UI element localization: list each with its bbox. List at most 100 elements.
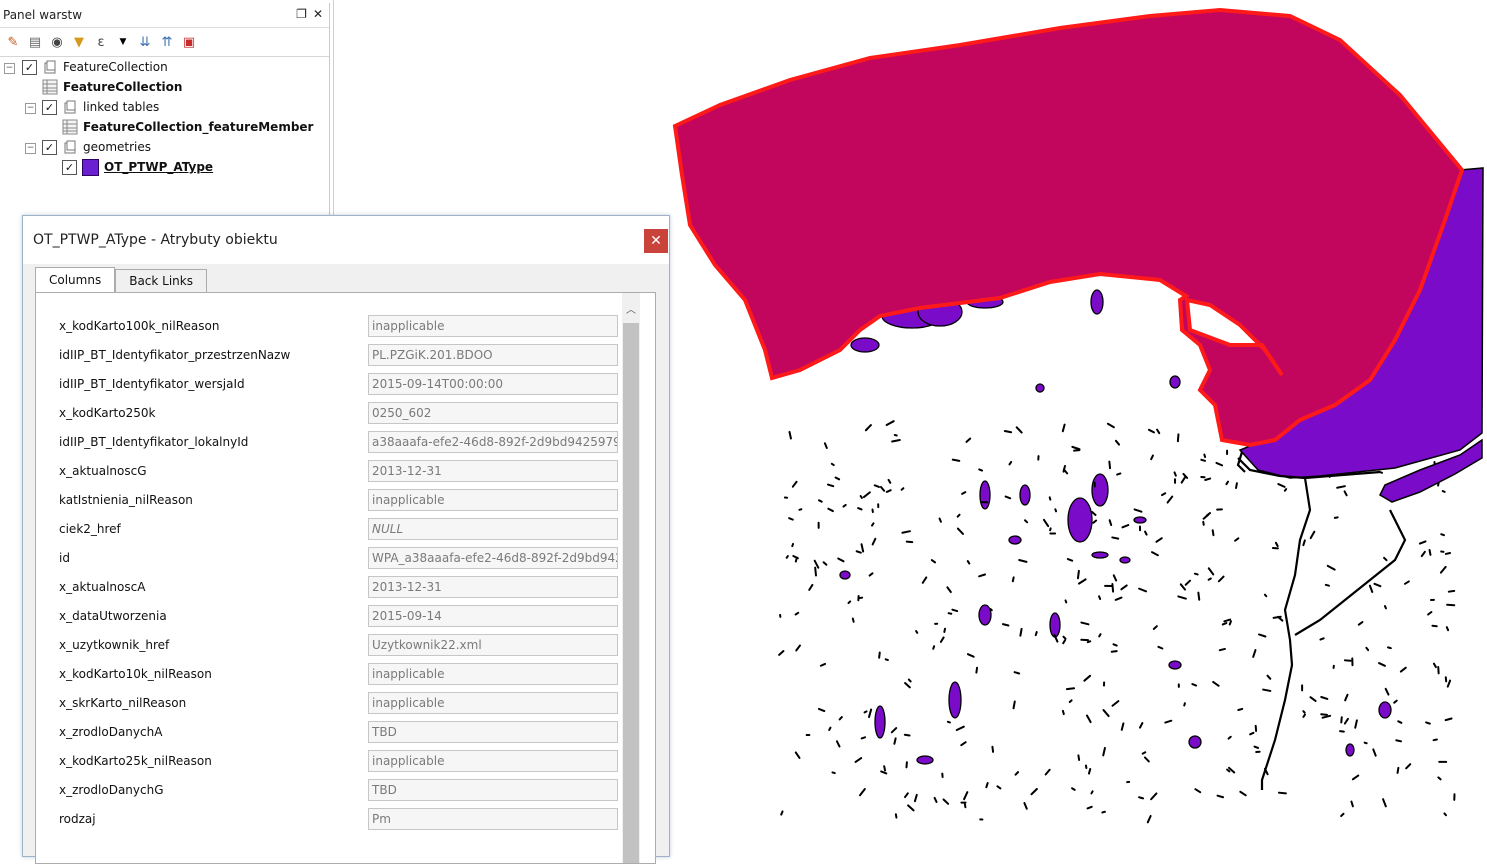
water-fragment bbox=[809, 585, 812, 590]
eye-icon[interactable]: ◉ bbox=[48, 33, 66, 51]
checkbox-ot-ptwp-atype[interactable]: ✓ bbox=[62, 160, 77, 175]
expression-filter-icon[interactable]: ε bbox=[92, 33, 110, 51]
attribute-value-field[interactable]: 2013-12-31 bbox=[368, 576, 618, 598]
vertical-scrollbar[interactable]: ︿ bbox=[622, 293, 640, 863]
layers-panel: Panel warstw ❐ ✕ ✎ ▤ ◉ ▼ ε ▼ ⇊ ⇈ ▣ − ✓ F… bbox=[0, 3, 330, 216]
scroll-up-icon[interactable]: ︿ bbox=[622, 301, 640, 317]
water-fragment bbox=[1341, 814, 1343, 816]
attribute-label: x_uzytkownik_href bbox=[59, 638, 169, 652]
attribute-value-field[interactable]: 2015-09-14 bbox=[368, 605, 618, 627]
water-polygon bbox=[1050, 613, 1060, 637]
tree-item-label: FeatureCollection bbox=[63, 60, 168, 74]
water-fragment bbox=[1088, 807, 1092, 809]
attribute-value-field[interactable]: Uzytkownik22.xml bbox=[368, 634, 618, 656]
attribute-value-field[interactable]: 2013-12-31 bbox=[368, 460, 618, 482]
water-fragment bbox=[992, 747, 993, 752]
collapse-all-icon[interactable]: ⇈ bbox=[158, 33, 176, 51]
water-fragment bbox=[1223, 623, 1227, 624]
expander-linked-tables[interactable]: − bbox=[25, 103, 36, 114]
water-fragment bbox=[1195, 789, 1200, 792]
table-icon bbox=[62, 119, 78, 135]
water-fragment bbox=[1064, 469, 1067, 473]
attribute-value-field[interactable]: PL.PZGiK.201.BDOO bbox=[368, 344, 618, 366]
close-icon[interactable]: ✕ bbox=[644, 229, 668, 253]
water-fragment bbox=[1366, 648, 1368, 650]
water-fragment bbox=[905, 683, 910, 687]
checkbox-featurecollection[interactable]: ✓ bbox=[22, 60, 37, 75]
tree-item-featurecollection-featuremember[interactable]: FeatureCollection_featureMember bbox=[62, 117, 313, 137]
add-group-icon[interactable]: ▤ bbox=[26, 33, 44, 51]
water-fragment bbox=[1398, 768, 1399, 773]
attribute-value-field[interactable]: TBD bbox=[368, 721, 618, 743]
expander-geometries[interactable]: − bbox=[25, 143, 36, 154]
water-polygon bbox=[1068, 498, 1092, 542]
expander-featurecollection[interactable]: − bbox=[4, 63, 15, 74]
water-fragment bbox=[828, 509, 832, 511]
water-fragment bbox=[892, 728, 896, 732]
water-fragment bbox=[1072, 447, 1079, 449]
checkbox-linked-tables[interactable]: ✓ bbox=[42, 100, 57, 115]
attribute-value-field[interactable]: inapplicable bbox=[368, 489, 618, 511]
attribute-label: katIstnienia_nilReason bbox=[59, 493, 193, 507]
water-fragment bbox=[958, 529, 963, 534]
attribute-value-field[interactable]: 0250_602 bbox=[368, 402, 618, 424]
group-icon bbox=[42, 59, 58, 75]
water-fragment bbox=[1438, 777, 1440, 779]
water-fragment bbox=[819, 500, 822, 501]
water-fragment bbox=[1151, 793, 1156, 799]
water-polygon bbox=[1134, 517, 1146, 523]
water-fragment bbox=[1345, 695, 1347, 701]
water-fragment bbox=[1268, 676, 1271, 679]
close-panel-icon[interactable]: ✕ bbox=[313, 7, 323, 21]
water-fragment bbox=[1359, 622, 1363, 625]
tab-back-links[interactable]: Back Links bbox=[115, 269, 207, 292]
paint-brush-icon[interactable]: ✎ bbox=[4, 33, 22, 51]
columns-pane: x_kodKarto100k_nilReasoninapplicableidII… bbox=[35, 292, 656, 864]
attribute-row: x_dataUtworzenia2015-09-14 bbox=[36, 605, 632, 627]
water-fragment bbox=[947, 587, 950, 592]
float-panel-icon[interactable]: ❐ bbox=[296, 7, 307, 21]
attribute-value-field[interactable]: WPA_a38aaafa-efe2-46d8-892f-2d9bd9425979 bbox=[368, 547, 618, 569]
water-fragment bbox=[1448, 681, 1450, 687]
attribute-row: x_aktualnoscA2013-12-31 bbox=[36, 576, 632, 598]
water-fragment bbox=[1224, 620, 1230, 622]
remove-layer-icon[interactable]: ▣ bbox=[180, 33, 198, 51]
water-fragment bbox=[1067, 688, 1074, 689]
expand-all-icon[interactable]: ⇊ bbox=[136, 33, 154, 51]
attribute-value-field[interactable]: inapplicable bbox=[368, 750, 618, 772]
attribute-value-field[interactable]: a38aaafa-efe2-46d8-892f-2d9bd9425979 bbox=[368, 431, 618, 453]
water-fragment bbox=[1235, 538, 1238, 540]
scrollbar-thumb[interactable] bbox=[623, 323, 639, 863]
tree-item-geometries[interactable]: ✓ geometries bbox=[42, 137, 151, 157]
tab-columns[interactable]: Columns bbox=[35, 267, 115, 292]
filter-icon[interactable]: ▼ bbox=[70, 33, 88, 51]
attribute-label: x_kodKarto100k_nilReason bbox=[59, 319, 219, 333]
water-fragment bbox=[789, 518, 793, 519]
tree-item-featurecollection-table[interactable]: FeatureCollection bbox=[42, 77, 182, 97]
attribute-value-field[interactable]: inapplicable bbox=[368, 315, 618, 337]
water-fragment bbox=[1031, 789, 1036, 794]
attribute-value-field[interactable]: TBD bbox=[368, 779, 618, 801]
attribute-value-field[interactable]: Pm bbox=[368, 808, 618, 830]
attribute-value-field[interactable]: 2015-09-14T00:00:00 bbox=[368, 373, 618, 395]
water-fragment bbox=[792, 544, 793, 546]
water-fragment bbox=[796, 752, 800, 757]
water-polygon bbox=[1189, 736, 1201, 748]
water-fragment bbox=[870, 573, 873, 575]
tree-item-ot-ptwp-atype[interactable]: ✓ OT_PTWP_AType bbox=[62, 157, 213, 177]
chevron-down-icon[interactable]: ▼ bbox=[114, 33, 132, 51]
water-fragment bbox=[1250, 733, 1253, 734]
attribute-value-field[interactable]: NULL bbox=[368, 518, 618, 540]
water-fragment bbox=[828, 485, 833, 487]
tree-item-featurecollection-group[interactable]: ✓ FeatureCollection bbox=[22, 57, 168, 77]
tree-item-linked-tables[interactable]: ✓ linked tables bbox=[42, 97, 159, 117]
water-fragment bbox=[1063, 637, 1065, 639]
attribute-value-field[interactable]: inapplicable bbox=[368, 692, 618, 714]
water-fragment bbox=[1220, 649, 1225, 650]
water-fragment bbox=[1019, 560, 1026, 562]
water-fragment bbox=[966, 439, 970, 442]
selected-polygon[interactable] bbox=[675, 10, 1462, 445]
checkbox-geometries[interactable]: ✓ bbox=[42, 140, 57, 155]
attribute-value-field[interactable]: inapplicable bbox=[368, 663, 618, 685]
dialog-title-bar[interactable]: OT_PTWP_AType - Atrybuty obiektu ✕ bbox=[23, 216, 669, 264]
